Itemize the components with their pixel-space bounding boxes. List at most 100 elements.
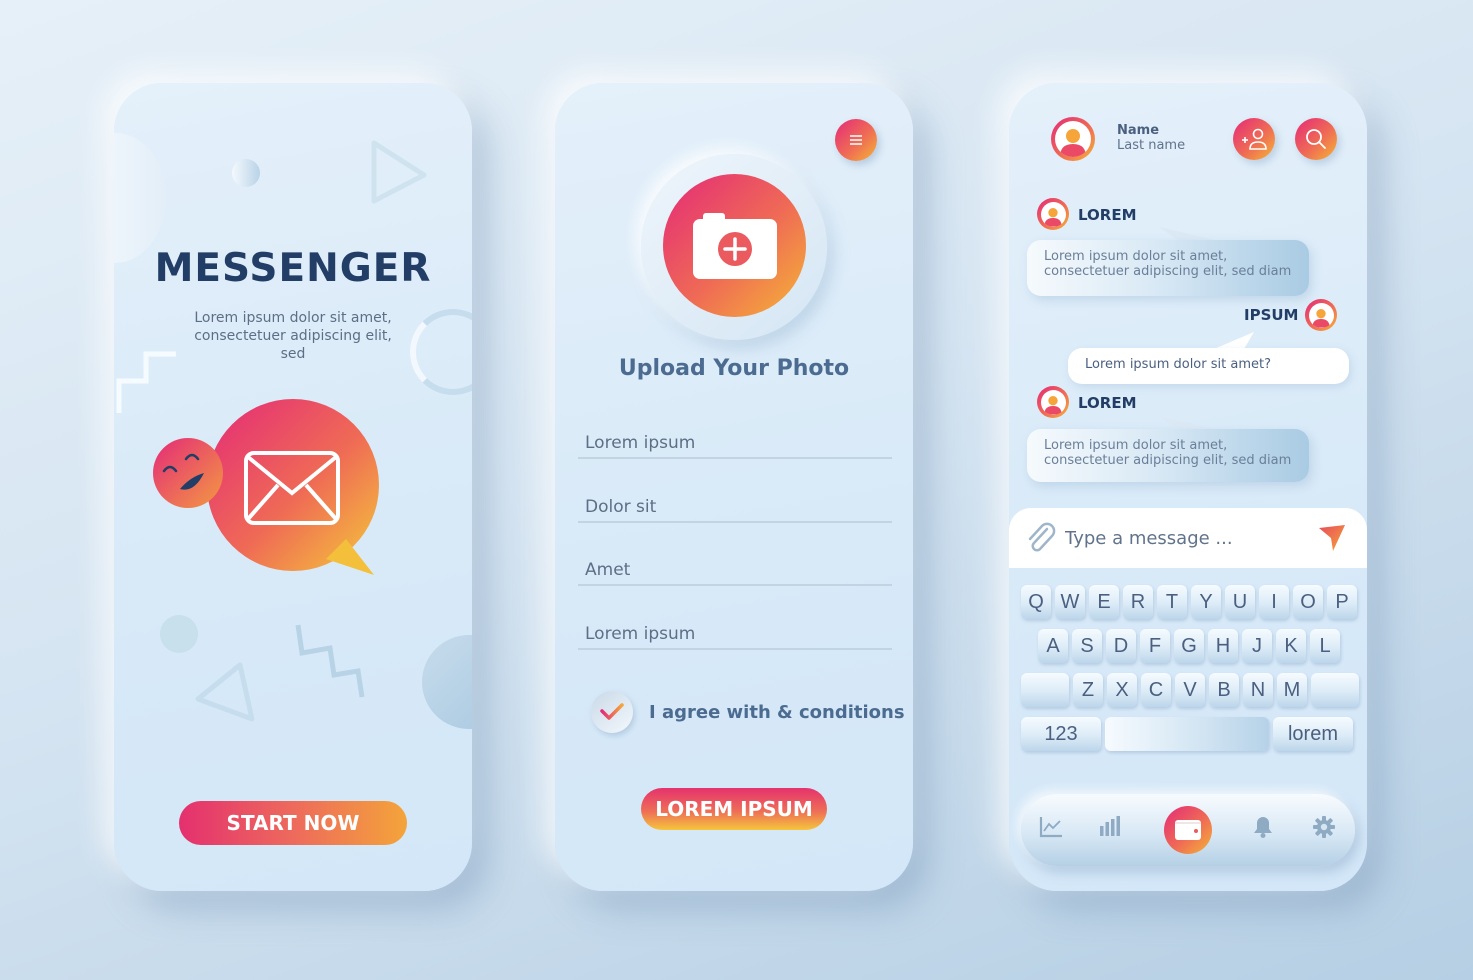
key-l[interactable]: L <box>1310 629 1340 663</box>
menu-button[interactable] <box>835 119 877 161</box>
welcome-screen: MESSENGER Lorem ipsum dolor sit amet, co… <box>114 83 472 891</box>
bell-icon <box>1254 817 1272 838</box>
key-t[interactable]: T <box>1157 585 1187 619</box>
nav-stats[interactable] <box>1099 816 1121 836</box>
user-avatar[interactable] <box>1051 117 1095 161</box>
decor-ring <box>410 309 472 395</box>
checkmark-icon <box>600 703 624 720</box>
key-d[interactable]: D <box>1106 629 1136 663</box>
shift-key[interactable] <box>1021 673 1069 707</box>
start-now-button[interactable]: START NOW <box>179 801 407 845</box>
add-user-button[interactable] <box>1233 118 1275 160</box>
gear-icon <box>1313 816 1335 838</box>
agree-label: I agree with & conditions <box>649 701 905 723</box>
upload-photo-button[interactable] <box>663 174 806 317</box>
person-icon <box>1312 308 1330 328</box>
nav-notifications[interactable] <box>1253 816 1273 838</box>
key-o[interactable]: O <box>1293 585 1323 619</box>
key-r[interactable]: R <box>1123 585 1153 619</box>
decor-dot <box>232 159 260 187</box>
message-input[interactable] <box>1065 527 1317 549</box>
key-k[interactable]: K <box>1276 629 1306 663</box>
decor-dot-2 <box>160 615 198 653</box>
camera-plus-icon <box>692 212 777 279</box>
sender-avatar <box>1037 386 1069 418</box>
envelope-icon <box>207 399 379 575</box>
decor-zigzag <box>295 624 365 698</box>
key-n[interactable]: N <box>1243 673 1273 707</box>
user-name: Name <box>1117 123 1160 138</box>
user-last-name: Last name <box>1117 138 1186 153</box>
add-user-icon <box>1242 128 1267 150</box>
line-chart-icon <box>1039 817 1062 838</box>
decor-triangle-bottom <box>195 662 255 722</box>
person-icon <box>1044 395 1062 415</box>
space-key[interactable] <box>1105 717 1269 751</box>
backspace-key[interactable] <box>1311 673 1359 707</box>
key-m[interactable]: M <box>1277 673 1307 707</box>
key-s[interactable]: S <box>1072 629 1102 663</box>
key-e[interactable]: E <box>1089 585 1119 619</box>
amet-input[interactable] <box>578 546 892 584</box>
wallet-icon <box>1175 820 1201 840</box>
decor-big-circle <box>422 635 472 729</box>
key-w[interactable]: W <box>1055 585 1085 619</box>
decor-half-circle <box>114 133 166 263</box>
numbers-key[interactable]: 123 <box>1021 717 1101 751</box>
message-bubble: Lorem ipsum dolor sit amet? <box>1068 348 1349 384</box>
bar-chart-icon <box>1100 816 1120 836</box>
bubble-tail <box>1159 227 1219 241</box>
key-x[interactable]: X <box>1107 673 1137 707</box>
lorem-ipsum-input-2[interactable] <box>578 610 892 648</box>
laughing-emoji-icon <box>153 438 223 508</box>
key-h[interactable]: H <box>1208 629 1238 663</box>
key-a[interactable]: A <box>1038 629 1068 663</box>
paperclip-icon[interactable] <box>1025 521 1057 555</box>
key-z[interactable]: Z <box>1073 673 1103 707</box>
key-y[interactable]: Y <box>1191 585 1221 619</box>
decor-triangle-top <box>371 140 427 204</box>
message-bubble: Lorem ipsum dolor sit amet, consectetuer… <box>1027 240 1309 296</box>
bubble-tail <box>1214 332 1254 349</box>
nav-analytics[interactable] <box>1039 816 1063 838</box>
form-field-1 <box>578 419 892 459</box>
return-key[interactable]: lorem <box>1273 717 1353 751</box>
person-icon <box>1060 129 1086 157</box>
send-icon[interactable] <box>1317 524 1347 552</box>
message-sender: IPSUM <box>1244 306 1299 324</box>
bottom-nav <box>1021 794 1355 866</box>
bubble-tail <box>1159 416 1219 430</box>
person-icon <box>1044 207 1062 227</box>
message-sender: LOREM <box>1078 394 1137 412</box>
lorem-ipsum-input[interactable] <box>578 419 892 457</box>
upload-title: Upload Your Photo <box>618 356 850 381</box>
key-p[interactable]: P <box>1327 585 1357 619</box>
key-b[interactable]: B <box>1209 673 1239 707</box>
agree-row: I agree with & conditions <box>591 691 905 733</box>
form-field-2 <box>578 483 892 523</box>
key-v[interactable]: V <box>1175 673 1205 707</box>
search-button[interactable] <box>1295 118 1337 160</box>
key-g[interactable]: G <box>1174 629 1204 663</box>
app-subtitle: Lorem ipsum dolor sit amet, consectetuer… <box>194 310 392 362</box>
hamburger-menu-icon <box>850 135 862 145</box>
message-composer <box>1009 508 1367 568</box>
key-c[interactable]: C <box>1141 673 1171 707</box>
key-i[interactable]: I <box>1259 585 1289 619</box>
form-field-4 <box>578 610 892 650</box>
dolor-sit-input[interactable] <box>578 483 892 521</box>
nav-wallet[interactable] <box>1164 806 1212 854</box>
sender-avatar <box>1037 198 1069 230</box>
message-sender: LOREM <box>1078 206 1137 224</box>
submit-button[interactable]: LOREM IPSUM <box>641 788 827 830</box>
key-u[interactable]: U <box>1225 585 1255 619</box>
agree-checkbox[interactable] <box>591 691 633 733</box>
key-f[interactable]: F <box>1140 629 1170 663</box>
form-field-3 <box>578 546 892 586</box>
search-icon <box>1306 129 1326 149</box>
key-j[interactable]: J <box>1242 629 1272 663</box>
upload-photo-screen: Upload Your Photo I agree with & conditi… <box>555 83 913 891</box>
nav-settings[interactable] <box>1313 816 1335 838</box>
chat-screen: Name Last name LOREM Lorem ipsum dolor s… <box>1009 83 1367 891</box>
key-q[interactable]: Q <box>1021 585 1051 619</box>
